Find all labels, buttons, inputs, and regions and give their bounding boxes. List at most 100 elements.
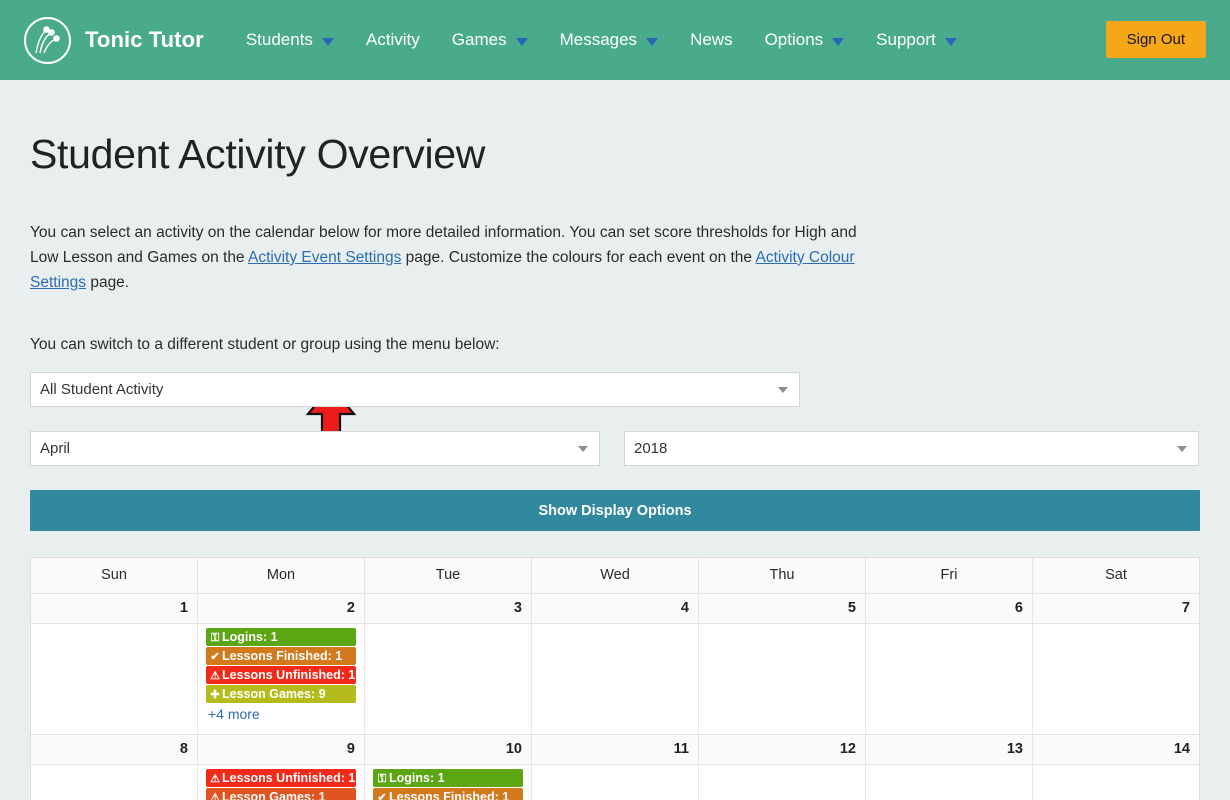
- month-select-value: April: [40, 440, 71, 457]
- warning-icon: ⚠: [210, 670, 220, 682]
- chevron-down-icon: [944, 37, 957, 46]
- calendar-day-8[interactable]: 8: [31, 735, 198, 764]
- show-display-options-button[interactable]: Show Display Options: [30, 490, 1200, 531]
- brand-name: Tonic Tutor: [85, 27, 204, 52]
- calendar-event-label: Logins: 1: [222, 630, 278, 644]
- nav-item-games[interactable]: Games: [436, 0, 544, 80]
- calendar-week-2-numbers: 8 9 10 11 12 13 14: [31, 734, 1199, 765]
- year-select[interactable]: 2018: [624, 431, 1199, 466]
- key-icon: ⚿: [377, 773, 387, 785]
- calendar-day-4[interactable]: 4: [532, 594, 699, 623]
- nav-item-label: Options: [764, 30, 824, 49]
- calendar-day-6[interactable]: 6: [866, 594, 1033, 623]
- calendar-more-events-link[interactable]: +4 more: [208, 706, 364, 722]
- calendar-event-badge[interactable]: ✔ Lessons Finished: 1: [373, 788, 523, 800]
- calendar-week-1-numbers: 1 2 3 4 5 6 7: [31, 593, 1199, 624]
- calendar-event-label: Lessons Finished: 1: [222, 649, 343, 663]
- calendar-event-badge[interactable]: ⚿ Logins: 1: [373, 769, 523, 787]
- warning-icon: ⚠: [210, 773, 220, 785]
- main-content: Student Activity Overview You can select…: [0, 131, 1230, 800]
- nav-item-support[interactable]: Support: [860, 0, 973, 80]
- calendar-week-1-events: ⚿ Logins: 1 ✔ Lessons Finished: 1 ⚠ Lessons U…: [31, 624, 1199, 734]
- activity-event-settings-link[interactable]: Activity Event Settings: [248, 249, 401, 266]
- plus-icon: ✚: [210, 689, 220, 701]
- nav-item-label: Games: [451, 30, 507, 49]
- calendar-cell-1[interactable]: [31, 624, 198, 734]
- calendar-day-14[interactable]: 14: [1033, 735, 1199, 764]
- calendar-day-11[interactable]: 11: [532, 735, 699, 764]
- calendar-cell-7[interactable]: [1033, 624, 1199, 734]
- nav-item-activity[interactable]: Activity: [350, 0, 436, 80]
- calendar-day-10[interactable]: 10: [365, 735, 532, 764]
- intro-text-part2: page. Customize the colours for each eve…: [401, 249, 756, 266]
- calendar-day-9[interactable]: 9: [198, 735, 365, 764]
- nav-item-students[interactable]: Students: [230, 0, 350, 80]
- calendar-event-label: Lessons Unfinished: 1: [222, 668, 356, 682]
- page-title: Student Activity Overview: [30, 131, 486, 177]
- calendar-cell-8[interactable]: [31, 765, 198, 800]
- switch-student-text: You can switch to a different student or…: [30, 336, 500, 353]
- calendar-day-7[interactable]: 7: [1033, 594, 1199, 623]
- calendar-event-badge[interactable]: ⚠ Lessons Unfinished: 1: [206, 769, 356, 787]
- key-icon: ⚿: [210, 632, 220, 644]
- nav-item-label: Activity: [365, 30, 420, 49]
- calendar-day-names-row: Sun Mon Tue Wed Thu Fri Sat: [31, 558, 1199, 593]
- calendar-event-badge[interactable]: ⚠ Lessons Unfinished: 1: [206, 666, 356, 684]
- calendar-day-name-sun: Sun: [31, 558, 198, 593]
- calendar-day-1[interactable]: 1: [31, 594, 198, 623]
- nav-items: Students Activity Games Messages News Op…: [230, 0, 973, 80]
- calendar-cell-11[interactable]: [532, 765, 699, 800]
- student-select[interactable]: All Student Activity: [30, 372, 800, 407]
- calendar-cell-6[interactable]: [866, 624, 1033, 734]
- nav-item-news[interactable]: News: [674, 0, 749, 80]
- calendar-cell-5[interactable]: [699, 624, 866, 734]
- calendar-cell-2[interactable]: ⚿ Logins: 1 ✔ Lessons Finished: 1 ⚠ Lessons U…: [198, 624, 365, 734]
- calendar-event-label: Lessons Unfinished: 1: [222, 771, 356, 785]
- calendar-day-2[interactable]: 2: [198, 594, 365, 623]
- calendar-cell-3[interactable]: [365, 624, 532, 734]
- month-year-row: April 2018: [30, 431, 1200, 466]
- chevron-down-icon: [778, 386, 788, 393]
- calendar-day-name-tue: Tue: [365, 558, 532, 593]
- calendar-day-name-sat: Sat: [1105, 567, 1127, 583]
- calendar-cell-13[interactable]: [866, 765, 1033, 800]
- intro-paragraph: You can select an activity on the calend…: [30, 220, 888, 295]
- calendar-event-label: Lesson Games: 9: [222, 687, 326, 701]
- calendar-day-13[interactable]: 13: [866, 735, 1033, 764]
- chevron-down-icon: [1177, 445, 1187, 452]
- calendar-day-12[interactable]: 12: [699, 735, 866, 764]
- calendar-cell-12[interactable]: [699, 765, 866, 800]
- calendar-day-name-fri: Fri: [866, 558, 1033, 593]
- calendar-event-badge[interactable]: ⚠ Lesson Games: 1: [206, 788, 356, 800]
- calendar-cell-4[interactable]: [532, 624, 699, 734]
- calendar-day-name-wed: Wed: [532, 558, 699, 593]
- calendar-event-badge[interactable]: ✔ Lessons Finished: 1: [206, 647, 356, 665]
- nav-item-label: Support: [876, 30, 936, 49]
- nav-item-label: Messages: [559, 30, 638, 49]
- calendar-event-badge[interactable]: ⚿ Logins: 1: [206, 628, 356, 646]
- sign-out-button[interactable]: Sign Out: [1105, 21, 1206, 58]
- calendar-day-3[interactable]: 3: [365, 594, 532, 623]
- nav-item-options[interactable]: Options: [749, 0, 861, 80]
- nav-item-label: News: [690, 30, 733, 49]
- student-select-value: All Student Activity: [40, 381, 164, 398]
- tonic-tutor-logo-icon: [24, 16, 71, 64]
- chevron-down-icon: [646, 37, 659, 46]
- chevron-down-icon: [578, 445, 588, 452]
- nav-item-messages[interactable]: Messages: [544, 0, 674, 80]
- month-select[interactable]: April: [30, 431, 600, 466]
- calendar-event-label: Logins: 1: [389, 771, 445, 785]
- calendar-day-5[interactable]: 5: [699, 594, 866, 623]
- calendar-event-label: Lessons Finished: 1: [389, 790, 510, 800]
- calendar-cell-14[interactable]: [1033, 765, 1199, 800]
- calendar-day-name-mon: Mon: [198, 558, 365, 593]
- brand-block[interactable]: Tonic Tutor: [24, 16, 204, 64]
- calendar-cell-10[interactable]: ⚿ Logins: 1 ✔ Lessons Finished: 1: [365, 765, 532, 800]
- chevron-down-icon: [832, 37, 845, 46]
- check-icon: ✔: [377, 792, 387, 800]
- calendar-day-name-thu: Thu: [699, 558, 866, 593]
- chevron-down-icon: [321, 37, 334, 46]
- warning-icon: ⚠: [210, 792, 220, 800]
- calendar-cell-9[interactable]: ⚠ Lessons Unfinished: 1 ⚠ Lesson Games: 1: [198, 765, 365, 800]
- calendar-event-badge[interactable]: ✚ Lesson Games: 9: [206, 685, 356, 703]
